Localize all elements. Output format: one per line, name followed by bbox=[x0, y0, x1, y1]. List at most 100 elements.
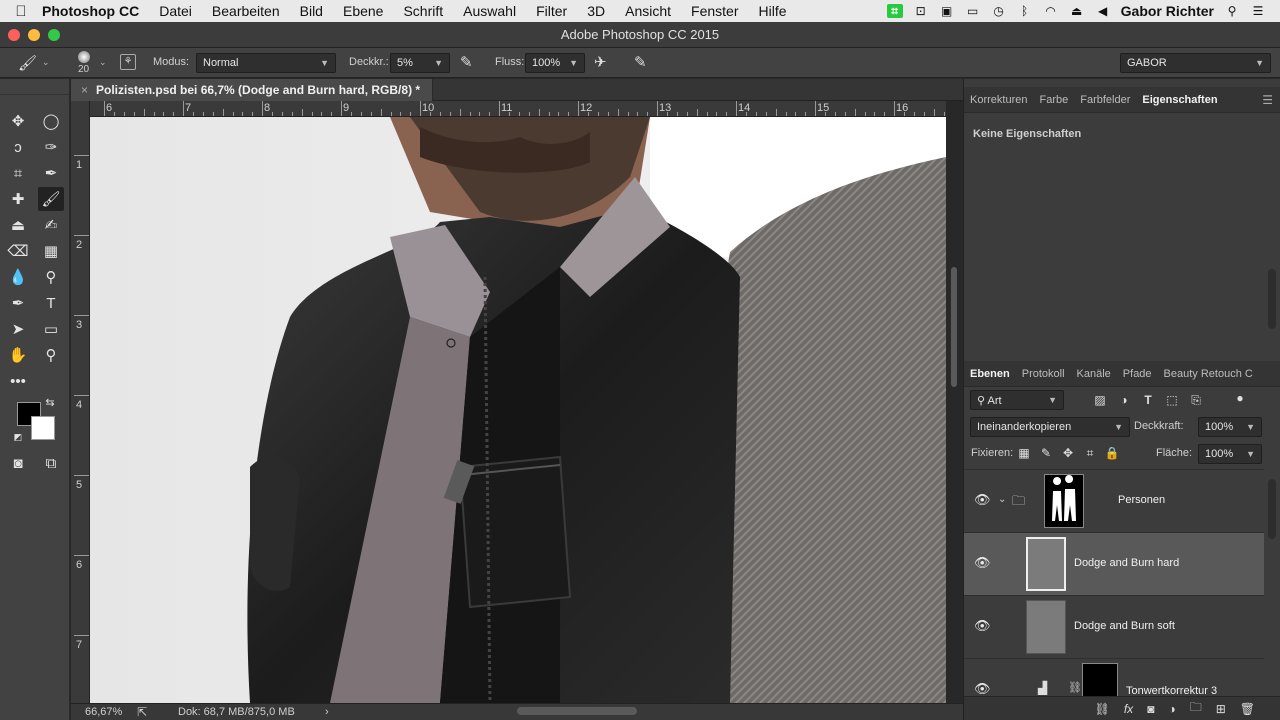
filter-shape-icon[interactable]: ⬚ bbox=[1164, 392, 1180, 408]
apple-icon[interactable]:  bbox=[0, 3, 42, 20]
link-layers-icon[interactable]: ⛓ bbox=[1095, 702, 1110, 716]
brush-preview-icon[interactable] bbox=[78, 51, 90, 63]
screen-mode-icon[interactable]: ⧉ bbox=[38, 451, 64, 475]
lock-image-icon[interactable]: ✎ bbox=[1038, 445, 1054, 461]
link-icon[interactable]: ⛓ bbox=[1068, 681, 1082, 694]
type-tool-icon[interactable]: T bbox=[38, 291, 64, 315]
chat-icon[interactable]: ▣ bbox=[939, 4, 955, 18]
opacity-field[interactable]: 5% ▼ bbox=[390, 53, 450, 73]
user-name[interactable]: Gabor Richter bbox=[1121, 3, 1214, 19]
filter-smart-object-icon[interactable]: ⎘ bbox=[1188, 392, 1204, 408]
export-icon[interactable]: ⇱ bbox=[137, 705, 147, 719]
brush-panel-toggle-icon[interactable]: ⚘ bbox=[120, 54, 136, 70]
pressure-opacity-icon[interactable]: ✎ bbox=[460, 53, 473, 71]
visibility-eye-icon[interactable]: 👁 bbox=[974, 618, 991, 634]
menu-schrift[interactable]: Schrift bbox=[393, 3, 453, 19]
layer-row-dodge-burn-hard[interactable]: 👁 Dodge and Burn hard bbox=[964, 532, 1264, 595]
quick-mask-icon[interactable]: ◙ bbox=[5, 451, 31, 475]
menu-datei[interactable]: Datei bbox=[149, 3, 202, 19]
properties-scrollbar[interactable] bbox=[1268, 269, 1276, 329]
menu-app-name[interactable]: Photoshop CC bbox=[42, 3, 149, 19]
canvas-vertical-scrollbar[interactable] bbox=[948, 117, 960, 703]
lock-all-icon[interactable]: 🔒 bbox=[1104, 445, 1120, 461]
dodge-icon[interactable]: ⚲ bbox=[38, 265, 64, 289]
tab-farbe[interactable]: Farbe bbox=[1033, 94, 1074, 106]
tools-grip[interactable] bbox=[0, 79, 69, 95]
close-window-icon[interactable] bbox=[8, 29, 20, 41]
tab-ebenen[interactable]: Ebenen bbox=[964, 368, 1016, 380]
layer-filter-select[interactable]: ⚲ Art ▼ bbox=[970, 390, 1064, 410]
menu-bild[interactable]: Bild bbox=[290, 3, 333, 19]
blur-icon[interactable]: 💧 bbox=[5, 265, 31, 289]
trash-icon[interactable]: 🗑 bbox=[1240, 702, 1255, 716]
more-tools-icon[interactable]: ••• bbox=[5, 369, 31, 393]
quick-selection-icon[interactable]: ✑ bbox=[38, 135, 64, 159]
layer-row-personen[interactable]: 👁 ⌄ 🗀 Personen bbox=[964, 469, 1264, 532]
battery-icon[interactable]: ▭ bbox=[965, 4, 981, 18]
panel-menu-icon[interactable]: ☰ bbox=[1262, 93, 1273, 107]
layer-row-dodge-burn-soft[interactable]: 👁 Dodge and Burn soft bbox=[964, 595, 1264, 658]
swap-colors-icon[interactable]: ⇆ bbox=[42, 394, 58, 410]
tab-farbfelder[interactable]: Farbfelder bbox=[1074, 94, 1136, 106]
horizontal-ruler[interactable]: 6 7 8 9 10 11 12 13 14 15 16 bbox=[90, 101, 965, 117]
lasso-icon[interactable]: ↄ bbox=[5, 135, 31, 159]
volume-icon[interactable]: ◀ bbox=[1095, 4, 1111, 18]
tab-kanaele[interactable]: Kanäle bbox=[1071, 368, 1117, 380]
history-brush-icon[interactable]: ✍ bbox=[38, 213, 64, 237]
eraser-icon[interactable]: ⌫ bbox=[5, 239, 31, 263]
menu-fenster[interactable]: Fenster bbox=[681, 3, 748, 19]
layer-opacity-field[interactable]: 100% ▼ bbox=[1198, 417, 1262, 437]
lock-position-icon[interactable]: ✥ bbox=[1060, 445, 1076, 461]
time-machine-icon[interactable]: ◷ bbox=[991, 4, 1007, 18]
healing-brush-icon[interactable]: ✚ bbox=[5, 187, 31, 211]
minimize-window-icon[interactable] bbox=[28, 29, 40, 41]
new-group-icon[interactable]: 🗀 bbox=[1190, 698, 1202, 719]
layer-style-fx-icon[interactable]: fx bbox=[1124, 702, 1133, 716]
chevron-down-icon[interactable]: ⌄ bbox=[42, 57, 50, 68]
green-status-icon[interactable]: ⌗ bbox=[886, 4, 903, 18]
zoom-tool-icon[interactable]: ⚲ bbox=[38, 343, 64, 367]
add-mask-icon[interactable]: ◙ bbox=[1147, 702, 1154, 716]
spotlight-search-icon[interactable]: ⚲ bbox=[1224, 4, 1240, 18]
new-adjustment-icon[interactable]: ◑ bbox=[1168, 702, 1175, 716]
pressure-size-icon[interactable]: ✎ bbox=[634, 53, 647, 71]
zoom-level[interactable]: 66,67% bbox=[85, 706, 122, 718]
lock-artboard-icon[interactable]: ⌗ bbox=[1082, 445, 1098, 461]
eject-icon[interactable]: ⏏ bbox=[1069, 4, 1085, 18]
flow-field[interactable]: 100% ▼ bbox=[525, 53, 585, 73]
canvas-horizontal-scrollbar[interactable] bbox=[517, 707, 637, 715]
layer-row-tonwertkorrektur[interactable]: 👁 ▟ ⛓ Tonwertkorrektur 3 bbox=[964, 658, 1264, 698]
crop-icon[interactable]: ⌗ bbox=[5, 161, 31, 185]
workspace-select[interactable]: GABOR ▼ bbox=[1120, 53, 1271, 73]
brush-tool-preset-icon[interactable]: 🖌 bbox=[18, 54, 37, 72]
lock-transparent-icon[interactable]: ▦ bbox=[1016, 445, 1032, 461]
notification-list-icon[interactable]: ☰ bbox=[1250, 4, 1266, 18]
document-canvas[interactable] bbox=[90, 117, 946, 703]
menu-ansicht[interactable]: Ansicht bbox=[615, 3, 681, 19]
filter-type-icon[interactable]: T bbox=[1140, 392, 1156, 408]
new-layer-icon[interactable]: ⊞ bbox=[1216, 702, 1226, 716]
path-selection-icon[interactable]: ➤ bbox=[5, 317, 31, 341]
tab-pfade[interactable]: Pfade bbox=[1117, 368, 1158, 380]
menu-bearbeiten[interactable]: Bearbeiten bbox=[202, 3, 290, 19]
visibility-eye-icon[interactable]: 👁 bbox=[974, 681, 991, 697]
menu-hilfe[interactable]: Hilfe bbox=[749, 3, 797, 19]
brush-size[interactable]: 20 bbox=[78, 64, 89, 75]
menu-auswahl[interactable]: Auswahl bbox=[453, 3, 526, 19]
doc-info[interactable]: Dok: 68,7 MB/875,0 MB bbox=[178, 706, 295, 718]
gradient-icon[interactable]: ▦ bbox=[38, 239, 64, 263]
mode-select[interactable]: Normal ▼ bbox=[196, 53, 336, 73]
brush-tool-icon[interactable]: 🖌 bbox=[38, 187, 64, 211]
menu-extra-icon[interactable]: ⊡ bbox=[913, 4, 929, 18]
blend-mode-select[interactable]: Ineinanderkopieren ▼ bbox=[970, 417, 1130, 437]
layer-fill-field[interactable]: 100% ▼ bbox=[1198, 444, 1262, 464]
eyedropper-icon[interactable]: ✒ bbox=[38, 161, 64, 185]
tab-beauty-retouch[interactable]: Beauty Retouch C bbox=[1158, 368, 1259, 380]
rectangle-tool-icon[interactable]: ▭ bbox=[38, 317, 64, 341]
chevron-down-icon[interactable]: ⌄ bbox=[99, 57, 107, 68]
background-color-swatch[interactable] bbox=[31, 416, 55, 440]
expand-chevron-icon[interactable]: ⌄ bbox=[998, 494, 1006, 505]
tab-eigenschaften[interactable]: Eigenschaften bbox=[1136, 94, 1223, 106]
document-tab[interactable]: × Polizisten.psd bei 66,7% (Dodge and Bu… bbox=[71, 79, 434, 101]
zoom-window-icon[interactable] bbox=[48, 29, 60, 41]
